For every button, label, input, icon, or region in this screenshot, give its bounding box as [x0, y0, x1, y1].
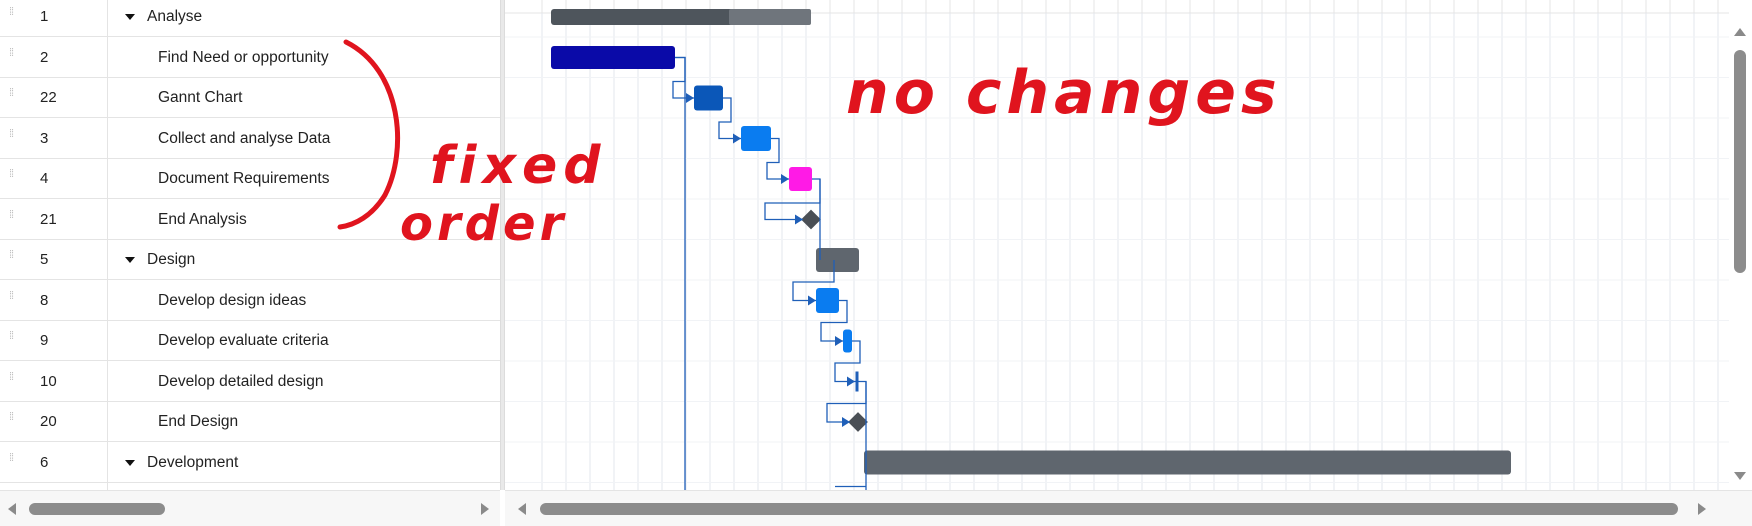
task-id: 8 [40, 291, 49, 309]
link-arrowhead [686, 93, 694, 103]
link-arrowhead [842, 417, 850, 427]
task-name: Document Requirements [158, 170, 330, 187]
scroll-right-arrow-icon[interactable] [1698, 503, 1706, 515]
collapse-caret-icon[interactable] [125, 257, 135, 263]
scroll-down-arrow-icon[interactable] [1734, 472, 1746, 480]
task-id: 22 [40, 89, 57, 106]
annotation-order: order [400, 196, 568, 252]
drag-handle-icon[interactable]: ⁞⁞ [9, 412, 17, 428]
dependency-link [675, 56, 686, 490]
table-row[interactable]: ⁞⁞ 3 Collect and analyse Data [0, 119, 500, 159]
scroll-left-arrow-icon[interactable] [518, 503, 526, 515]
collapse-caret-icon[interactable] [125, 459, 135, 466]
task-bar[interactable] [551, 46, 675, 69]
drag-handle-icon[interactable]: ⁞⁞ [9, 128, 17, 145]
task-id: 9 [40, 332, 49, 349]
scroll-left-arrow-icon[interactable] [8, 503, 16, 515]
milestone-marker[interactable] [848, 412, 868, 432]
scroll-up-arrow-icon[interactable] [1734, 28, 1746, 36]
task-id: 5 [40, 251, 49, 268]
vertical-scrollbar[interactable] [1729, 0, 1752, 490]
task-id: 6 [40, 453, 49, 471]
annotation-fixed: fixed [430, 136, 607, 196]
table-row[interactable]: ⁞⁞ 4 Document Requirements [0, 159, 500, 199]
link-arrowhead [808, 295, 816, 306]
grid-horizontal-scroll-thumb[interactable] [29, 503, 165, 515]
task-bar[interactable] [816, 288, 839, 313]
table-row[interactable]: ⁞⁞ 22 Gannt Chart [0, 78, 500, 118]
drag-handle-icon[interactable]: ⁞⁞ [9, 169, 17, 185]
task-name: Analyse [147, 8, 203, 25]
task-name: Develop evaluate criteria [158, 332, 329, 349]
task-id: 21 [40, 210, 57, 228]
drag-handle-icon[interactable]: ⁞⁞ [9, 331, 17, 347]
task-name: End Analysis [158, 210, 247, 228]
summary-bar[interactable] [816, 248, 859, 272]
table-row[interactable]: ⁞⁞ 9 Develop evaluate criteria [0, 321, 500, 361]
chart-horizontal-scrollbar[interactable] [505, 490, 1752, 526]
task-bar[interactable] [741, 126, 771, 151]
summary-bar[interactable] [864, 450, 1511, 475]
drag-handle-icon[interactable]: ⁞⁞ [9, 452, 17, 469]
summary-progress-bar[interactable] [729, 9, 811, 25]
table-row[interactable]: ⁞⁞ 2 Find Need or opportunity [0, 38, 500, 78]
task-bar[interactable] [694, 85, 723, 111]
link-arrowhead [733, 133, 741, 144]
task-name: Design [147, 251, 196, 268]
link-arrowhead [835, 336, 843, 346]
table-row[interactable]: ⁞⁞ 1 Analyse [0, 0, 500, 37]
task-bar[interactable] [789, 167, 812, 191]
task-name: Collect and analyse Data [158, 129, 331, 147]
task-name: Develop detailed design [158, 372, 324, 390]
task-id: 10 [40, 372, 57, 390]
task-id: 1 [40, 8, 49, 25]
task-id: 4 [40, 170, 49, 187]
drag-handle-icon[interactable]: ⁞⁞ [9, 250, 17, 266]
table-row[interactable]: ⁞⁞ 6 Development [0, 443, 500, 483]
task-bar[interactable] [843, 329, 852, 353]
task-name: End Design [158, 413, 239, 430]
task-name: Development [147, 453, 239, 471]
drag-handle-icon[interactable]: ⁞⁞ [9, 371, 17, 388]
collapse-caret-icon[interactable] [125, 14, 135, 20]
task-id: 2 [40, 48, 49, 66]
drag-handle-icon[interactable]: ⁞⁞ [9, 7, 17, 23]
drag-handle-icon[interactable]: ⁞⁞ [9, 47, 17, 64]
link-arrowhead [795, 214, 803, 225]
table-row[interactable]: ⁞⁞ 20 End Design [0, 402, 500, 442]
task-name: Gannt Chart [158, 89, 243, 106]
task-id: 3 [40, 129, 49, 147]
task-id: 20 [40, 413, 57, 430]
vertical-scroll-thumb[interactable] [1734, 50, 1746, 273]
task-name: Find Need or opportunity [158, 48, 329, 66]
table-row[interactable]: ⁞⁞ 8 Develop design ideas [0, 281, 500, 321]
milestone-marker[interactable] [801, 209, 821, 230]
table-row[interactable]: ⁞⁞ 10 Develop detailed design [0, 362, 500, 402]
drag-handle-icon[interactable]: ⁞⁞ [9, 290, 17, 307]
task-name: Develop design ideas [158, 291, 307, 309]
drag-handle-icon[interactable]: ⁞⁞ [9, 88, 17, 104]
chart-horizontal-scroll-thumb[interactable] [540, 503, 1678, 515]
drag-handle-icon[interactable]: ⁞⁞ [9, 209, 17, 226]
annotation-no-changes: no changes [846, 58, 1282, 128]
link-arrowhead [781, 174, 789, 184]
scroll-right-arrow-icon[interactable] [481, 503, 489, 515]
grid-horizontal-scrollbar[interactable] [0, 490, 500, 526]
